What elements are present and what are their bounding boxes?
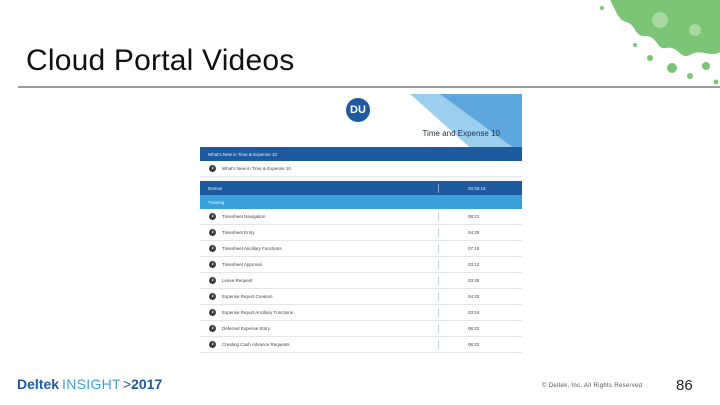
brand-year: 2017 [131, 376, 163, 392]
play-icon[interactable] [209, 229, 216, 236]
demos-header[interactable]: Demos 00:35:18 [200, 181, 522, 195]
chevron-icon: > [122, 376, 132, 392]
play-icon[interactable] [209, 213, 216, 220]
embedded-screenshot: DU Time and Expense 10 What's New in Tim… [200, 94, 522, 364]
column-divider [438, 340, 439, 349]
play-icon[interactable] [209, 293, 216, 300]
duration: 03:45 [468, 278, 480, 283]
play-icon[interactable] [209, 309, 216, 316]
deltek-insight-logo: Deltek INSIGHT > 2017 [17, 376, 162, 392]
column-divider [438, 212, 439, 221]
list-item[interactable]: Leave Request 03:45 [200, 273, 522, 289]
section-label: Training [208, 199, 225, 205]
play-icon[interactable] [209, 245, 216, 252]
column-divider [438, 244, 439, 253]
duration: 04:32 [468, 294, 480, 299]
app-title: Time and Expense 10 [422, 129, 500, 138]
section-label: Demos [208, 185, 223, 191]
duration: 03:24 [468, 310, 480, 315]
whats-new-header[interactable]: What's New in Time & Expense 10 [200, 147, 522, 161]
brand-deltek: Deltek [17, 376, 60, 392]
green-paint-splash [600, 0, 720, 85]
title-divider [18, 86, 720, 88]
video-list: What's New in Time & Expense 10 What's N… [200, 147, 522, 353]
column-divider [438, 184, 439, 193]
play-icon[interactable] [209, 341, 216, 348]
copyright-text: © Deltek, Inc. All Rights Reserved [542, 383, 643, 389]
list-item[interactable]: What's New in Time & Expense 10 [200, 161, 522, 177]
play-icon[interactable] [209, 325, 216, 332]
column-divider [438, 324, 439, 333]
duration: 06:22 [468, 326, 480, 331]
duration: 03:12 [468, 262, 480, 267]
column-divider [438, 260, 439, 269]
column-divider [438, 228, 439, 237]
list-item[interactable]: Deferred Expense Entry 06:22 [200, 321, 522, 337]
duration: 00:35:18 [468, 185, 486, 191]
brand-insight: INSIGHT [62, 376, 121, 392]
page-number: 86 [676, 377, 693, 394]
du-logo: DU [346, 98, 370, 122]
video-title: Timesheet Ancillary Functions [222, 246, 282, 251]
list-item[interactable]: Timesheet Approval 03:12 [200, 257, 522, 273]
column-divider [438, 308, 439, 317]
video-title: Leave Request [222, 278, 253, 283]
video-title: Timesheet Entry [222, 230, 255, 235]
video-title: Creating Cash Advance Requests [222, 342, 290, 347]
list-item[interactable]: Timesheet Entry 04:25 [200, 225, 522, 241]
video-title: Expense Report Creation [222, 294, 273, 299]
section-label: What's New in Time & Expense 10 [208, 151, 277, 157]
duration: 07:15 [468, 246, 480, 251]
slide: Cloud Portal Videos DU Time and Expense … [0, 0, 720, 405]
video-title: What's New in Time & Expense 10 [222, 166, 291, 171]
page-title: Cloud Portal Videos [26, 44, 295, 77]
play-icon[interactable] [209, 277, 216, 284]
video-title: Deferred Expense Entry [222, 326, 271, 331]
list-item[interactable]: Timesheet Ancillary Functions 07:15 [200, 241, 522, 257]
column-divider [438, 276, 439, 285]
list-item[interactable]: Expense Report Creation 04:32 [200, 289, 522, 305]
duration: 08:21 [468, 214, 480, 219]
play-icon[interactable] [209, 261, 216, 268]
list-item[interactable]: Timesheet Navigation 08:21 [200, 209, 522, 225]
duration: 04:25 [468, 230, 480, 235]
column-divider [438, 292, 439, 301]
list-item[interactable]: Expense Report Ancillary Functions 03:24 [200, 305, 522, 321]
video-title: Timesheet Navigation [222, 214, 266, 219]
play-icon[interactable] [209, 165, 216, 172]
list-item[interactable]: Creating Cash Advance Requests 06:22 [200, 337, 522, 353]
video-title: Expense Report Ancillary Functions [222, 310, 294, 315]
video-title: Timesheet Approval [222, 262, 262, 267]
training-header[interactable]: Training [200, 195, 522, 209]
duration: 06:22 [468, 342, 480, 347]
